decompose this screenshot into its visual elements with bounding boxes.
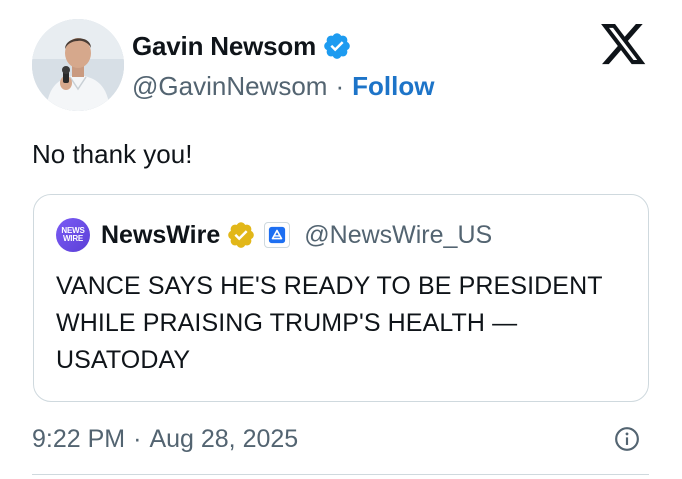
follow-button[interactable]: Follow — [352, 71, 434, 102]
author-name[interactable]: Gavin Newsom — [132, 31, 316, 62]
tweet-timestamp[interactable]: 9:22 PM · Aug 28, 2025 — [32, 421, 298, 457]
verified-badge-icon — [324, 33, 350, 59]
quoted-avatar-text-2: WIRE — [62, 234, 84, 243]
quoted-author-handle[interactable]: @NewsWire_US — [304, 221, 492, 250]
timestamp-separator: · — [133, 424, 142, 453]
quoted-tweet[interactable]: NEWS WIRE NewsWire @NewsWire_US VANCE SA… — [33, 194, 649, 402]
author-photo — [32, 19, 124, 111]
author-name-row: Gavin Newsom — [132, 28, 352, 64]
affiliate-badge-icon — [264, 222, 291, 248]
quoted-author-avatar[interactable]: NEWS WIRE — [56, 218, 90, 252]
quoted-tweet-text: VANCE SAYS HE'S READY TO BE PRESIDENT WH… — [56, 272, 603, 374]
quoted-tweet-header: NEWS WIRE NewsWire @NewsWire_US — [56, 218, 492, 252]
tweet-date[interactable]: Aug 28, 2025 — [149, 425, 298, 454]
tweet-text: No thank you! — [32, 139, 193, 169]
info-icon[interactable] — [614, 426, 640, 452]
embedded-tweet-card: Gavin Newsom @GavinNewsom · Follow No th… — [0, 0, 682, 479]
tweet-time[interactable]: 9:22 PM — [32, 425, 125, 454]
quoted-author-name[interactable]: NewsWire — [101, 221, 220, 250]
x-logo-icon[interactable] — [601, 24, 647, 66]
author-handle[interactable]: @GavinNewsom — [132, 71, 327, 102]
author-avatar[interactable] — [32, 19, 124, 111]
author-handle-row: @GavinNewsom · Follow — [132, 68, 434, 104]
handle-separator: · — [335, 70, 345, 101]
gold-verified-badge-icon — [228, 222, 255, 248]
footer-divider — [32, 474, 649, 475]
